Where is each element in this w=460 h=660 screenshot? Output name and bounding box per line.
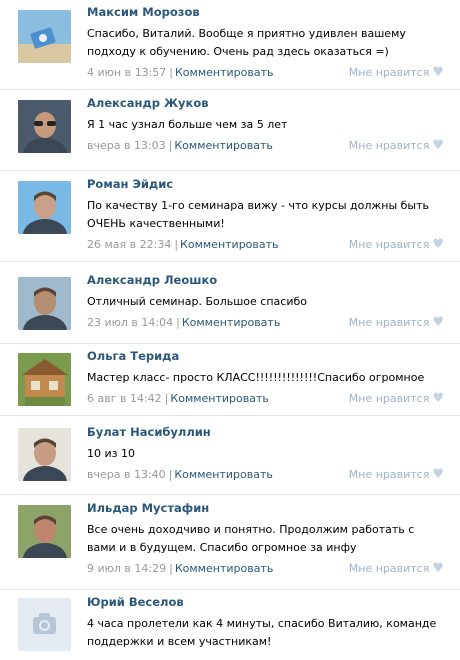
- comment-text: 4 часа пролетели как 4 минуты, спасибо В…: [87, 617, 437, 648]
- comment-item: Александр Леошко Отличный семинар. Большо…: [0, 262, 460, 344]
- comment-item: Юрий Веселов 4 часа пролетели как 4 минут…: [0, 590, 460, 660]
- separator: |: [164, 392, 169, 405]
- comment-meta: 26 мая в 22:34 | Комментировать Мне нравитс…: [87, 237, 446, 252]
- avatar[interactable]: [18, 277, 71, 330]
- avatar[interactable]: [18, 428, 71, 481]
- camera-placeholder-icon[interactable]: [18, 598, 71, 651]
- author-link[interactable]: Булат Насибуллин: [87, 425, 446, 440]
- heart-icon: ♥: [432, 315, 444, 330]
- comment-date[interactable]: 26 мая в 22:34: [87, 238, 171, 251]
- reply-link[interactable]: Комментировать: [175, 562, 273, 575]
- avatar[interactable]: [18, 10, 71, 63]
- comment-body: Булат Насибуллин 10 из 10 вчера в 13:40 | Ко…: [87, 425, 446, 482]
- comment-date[interactable]: 6 авг в 14:42: [87, 392, 162, 405]
- like-label: Мне нравится: [348, 139, 430, 152]
- comment-meta: вчера в 13:03 | Комментировать Мне нравится…: [87, 138, 446, 153]
- like-label: Мне нравится: [348, 238, 430, 251]
- comment-text: Отличный семинар. Большое спасибо: [87, 295, 307, 308]
- comment-body: Юрий Веселов 4 часа пролетели как 4 минут…: [87, 595, 446, 651]
- reply-link[interactable]: Комментировать: [174, 468, 272, 481]
- comment-date[interactable]: 9 июл в 14:29: [87, 562, 166, 575]
- comment-body: Ильдар Мустафин Все очень доходчиво и пон…: [87, 501, 446, 576]
- comment-text: По качеству 1-го семинара вижу - что кур…: [87, 199, 430, 230]
- comment-date[interactable]: 23 июл в 14:04: [87, 316, 173, 329]
- heart-icon: ♥: [432, 561, 444, 576]
- author-link[interactable]: Роман Эйдис: [87, 177, 446, 192]
- heart-icon: ♥: [432, 391, 444, 406]
- author-link[interactable]: Юрий Веселов: [87, 595, 446, 610]
- separator: |: [168, 139, 173, 152]
- author-link[interactable]: Ильдар Мустафин: [87, 501, 446, 516]
- comment-item: Роман Эйдис По качеству 1-го семинара виж…: [0, 171, 460, 262]
- comment-meta: вчера в 13:40 | Комментировать Мне нравится…: [87, 467, 446, 482]
- like-label: Мне нравится: [348, 316, 430, 329]
- comment-body: Роман Эйдис По качеству 1-го семинара виж…: [87, 177, 446, 252]
- comment-meta: 4 июн в 13:57 | Комментировать Мне нравится…: [87, 65, 446, 80]
- comment-body: Александр Леошко Отличный семинар. Большо…: [87, 273, 446, 330]
- like-label: Мне нравится: [348, 392, 430, 405]
- comment-item: Булат Насибуллин 10 из 10 вчера в 13:40 | Ко…: [0, 416, 460, 495]
- like-button[interactable]: Мне нравится ♥: [349, 65, 444, 80]
- comment-date[interactable]: вчера в 13:40: [87, 468, 166, 481]
- author-link[interactable]: Ольга Терида: [87, 349, 446, 364]
- comments-list: Максим Морозов Спасибо, Виталий. Вообще я…: [0, 0, 460, 653]
- separator: |: [168, 468, 173, 481]
- comment-meta: 23 июл в 14:04 | Комментировать Мне нравитс…: [87, 315, 446, 330]
- reply-link[interactable]: Комментировать: [182, 316, 280, 329]
- reply-link[interactable]: Комментировать: [175, 66, 273, 79]
- author-link[interactable]: Александр Жуков: [87, 96, 446, 111]
- comment-item: Ольга Терида Мастер класс- просто КЛАСС!!…: [0, 344, 460, 416]
- avatar[interactable]: [18, 181, 71, 234]
- heart-icon: ♥: [432, 237, 444, 252]
- like-button[interactable]: Мне нравится ♥: [349, 467, 444, 482]
- comment-date[interactable]: вчера в 13:03: [87, 139, 166, 152]
- author-link[interactable]: Александр Леошко: [87, 273, 446, 288]
- comment-body: Максим Морозов Спасибо, Виталий. Вообще я…: [87, 5, 446, 80]
- comment-text: Мастер класс- просто КЛАСС!!!!!!!!!!!!!!…: [87, 371, 425, 384]
- like-label: Мне нравится: [348, 562, 430, 575]
- comment-text: Я 1 час узнал больше чем за 5 лет: [87, 118, 288, 131]
- comment-item: Ильдар Мустафин Все очень доходчиво и пон…: [0, 495, 460, 590]
- comment-text: Все очень доходчиво и понятно. Продолжим…: [87, 523, 415, 554]
- comment-date[interactable]: 4 июн в 13:57: [87, 66, 166, 79]
- comment-item: Александр Жуков Я 1 час узнал больше чем …: [0, 90, 460, 171]
- like-button[interactable]: Мне нравится ♥: [349, 391, 444, 406]
- avatar[interactable]: [18, 100, 71, 153]
- like-button[interactable]: Мне нравится ♥: [349, 237, 444, 252]
- separator: |: [169, 562, 173, 575]
- like-label: Мне нравится: [348, 468, 430, 481]
- comment-meta: 6 авг в 14:42 | Комментировать Мне нравится…: [87, 391, 446, 406]
- reply-link[interactable]: Комментировать: [174, 139, 272, 152]
- like-button[interactable]: Мне нравится ♥: [349, 315, 444, 330]
- separator: |: [176, 316, 180, 329]
- heart-icon: ♥: [432, 65, 444, 80]
- avatar[interactable]: [18, 505, 71, 558]
- like-button[interactable]: Мне нравится ♥: [349, 138, 444, 153]
- like-label: Мне нравится: [348, 66, 430, 79]
- comment-meta: 9 июл в 14:29 | Комментировать Мне нравится…: [87, 561, 446, 576]
- comment-text: 10 из 10: [87, 447, 135, 460]
- heart-icon: ♥: [432, 467, 444, 482]
- comment-body: Александр Жуков Я 1 час узнал больше чем …: [87, 96, 446, 153]
- heart-icon: ♥: [432, 138, 444, 153]
- avatar[interactable]: [18, 353, 71, 406]
- reply-link[interactable]: Комментировать: [180, 238, 278, 251]
- comment-item: Максим Морозов Спасибо, Виталий. Вообще я…: [0, 0, 460, 90]
- author-link[interactable]: Максим Морозов: [87, 5, 446, 20]
- comment-body: Ольга Терида Мастер класс- просто КЛАСС!!…: [87, 349, 446, 406]
- reply-link[interactable]: Комментировать: [170, 392, 268, 405]
- separator: |: [169, 66, 173, 79]
- separator: |: [174, 238, 179, 251]
- like-button[interactable]: Мне нравится ♥: [349, 561, 444, 576]
- comment-text: Спасибо, Виталий. Вообще я приятно удивл…: [87, 27, 406, 58]
